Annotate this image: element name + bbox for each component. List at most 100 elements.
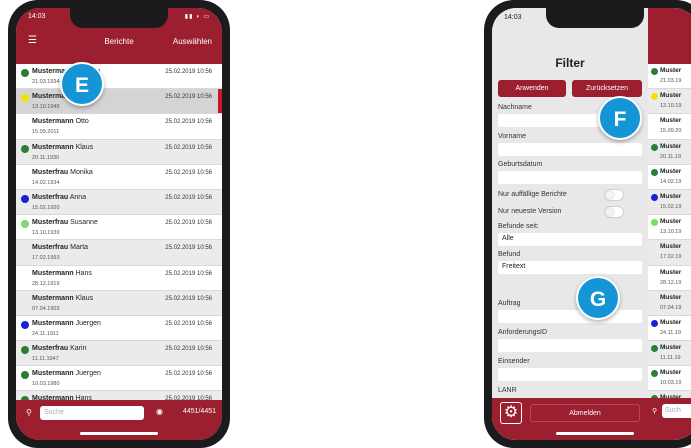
list-item[interactable]: Mustermann Klaus 20.11.1930 25.02.2019 10:… — [16, 139, 222, 165]
firstname-label: Vorname — [498, 133, 527, 140]
patient-name: Musterfrau Monika — [32, 169, 93, 176]
status-dot — [651, 370, 658, 378]
list-item[interactable]: Mustermann Otto 15.09.2011 25.02.2019 10:5… — [16, 114, 222, 140]
background-report-list: Muster 21.03.19 Muster 13.10.19 Muster 15.09.… — [648, 8, 691, 440]
patient-name: Muster — [660, 192, 682, 200]
birth-date: 20.11.1930 — [32, 154, 60, 161]
background-list-item: Muster 15.09.20 — [648, 114, 691, 140]
list-item[interactable]: Musterfrau Karin 11.11.1947 25.02.2019 10:… — [16, 341, 222, 367]
patient-firstname: Marta — [70, 244, 89, 252]
patient-firstname: Klaus — [75, 294, 94, 302]
birthdate-input[interactable] — [498, 171, 642, 184]
background-header — [648, 8, 691, 64]
background-list-item: Muster 13.10.19 — [648, 89, 691, 115]
home-indicator — [80, 432, 158, 435]
apply-button[interactable]: Anwenden — [498, 80, 566, 97]
background-list-item: Muster 07.04.19 — [648, 290, 691, 316]
patient-name: Mustermann Juergen — [32, 370, 101, 377]
patient-name: Musterfrau Anna — [32, 194, 86, 201]
list-item[interactable]: Musterfrau Marta 17.02.1993 25.02.2019 10:… — [16, 240, 222, 266]
latest-only-toggle[interactable] — [604, 206, 624, 218]
list-item[interactable]: Mustermann Juergen 10.03.1980 25.02.2019 1… — [16, 366, 222, 392]
list-item[interactable]: Mustermann Hans 25.02.2019 10:56 — [16, 391, 222, 400]
report-date: 25.02.2019 10:56 — [165, 194, 212, 201]
status-dot — [21, 94, 29, 103]
patient-name: Muster — [660, 117, 682, 125]
filter-screen: Muster 21.03.19 Muster 13.10.19 Muster 15.09.… — [492, 8, 691, 440]
reset-button[interactable]: Zurücksetzen — [572, 80, 642, 97]
report-date: 25.02.2019 10:56 — [165, 220, 212, 227]
patient-surname: Mustermann — [32, 319, 74, 327]
patient-name: Muster — [660, 142, 682, 150]
request-id-input[interactable] — [498, 339, 642, 352]
patient-surname: Mustermann — [32, 118, 74, 126]
status-dot — [21, 346, 29, 355]
report-date: 25.02.2019 10:56 — [165, 144, 212, 151]
list-item[interactable]: Mustermann Hans 28.12.1919 25.02.2019 10:5… — [16, 266, 222, 291]
abnormal-only-toggle[interactable] — [604, 189, 624, 201]
report-date: 25.02.2019 10:56 — [165, 320, 212, 327]
background-list-item: Muster 21.03.19 — [648, 64, 691, 90]
callout-g: G — [576, 276, 620, 320]
patient-surname: Musterfrau — [32, 219, 69, 227]
phone-notch — [546, 8, 644, 28]
birth-date: 15.02.19 — [660, 203, 682, 210]
list-item[interactable]: Musterfrau Anna 15.02.1920 25.02.2019 10:5… — [16, 189, 222, 216]
birth-date: 24.11.19 — [660, 329, 682, 336]
background-list-item: Muster 28.12.19 — [648, 266, 691, 291]
list-item[interactable]: Mustermann Wilhelm21.03.193425.02.2019 1… — [16, 64, 222, 90]
patient-name: Muster — [660, 293, 682, 301]
background-list-item: Muster 15.02.19 — [648, 189, 691, 216]
patient-name: Muster — [660, 67, 682, 74]
patient-name: Muster — [660, 92, 682, 100]
patient-name: Muster — [660, 318, 682, 326]
patient-name: Muster — [660, 369, 682, 377]
patient-name: Musterfrau Marta — [32, 244, 88, 251]
background-list-item: Muster 24.11.19 — [648, 316, 691, 342]
order-input[interactable] — [498, 310, 642, 323]
status-dot — [21, 220, 29, 229]
search-placeholder: Such — [665, 407, 681, 414]
patient-name: Mustermann Otto — [32, 118, 89, 125]
status-dot — [651, 219, 658, 227]
patient-firstname: Anna — [69, 193, 87, 201]
birth-date: 28.12.1919 — [32, 280, 60, 287]
findings-since-select[interactable]: Alle — [498, 233, 642, 246]
list-item[interactable]: Mustermann Juergen 24.11.1911 25.02.2019 1… — [16, 316, 222, 342]
list-item[interactable]: Musterfrau Monika 14.02.1934 25.02.2019 10… — [16, 165, 222, 190]
patient-firstname: Monika — [70, 168, 93, 176]
list-item[interactable]: Mustermann Klaus 07.04.1903 25.02.2019 10:… — [16, 290, 222, 316]
select-button[interactable]: Auswählen — [173, 37, 212, 46]
report-date: 25.02.2019 10:56 — [165, 295, 212, 302]
gear-icon[interactable]: ⚙ — [500, 402, 522, 424]
patient-surname: Mustermann — [32, 370, 74, 378]
finding-value: Freitext — [502, 263, 526, 270]
latest-only-label: Nur neueste Version — [498, 208, 562, 215]
order-label: Auftrag — [498, 300, 521, 307]
birth-date: 21.03.1934 — [32, 79, 60, 85]
firstname-input[interactable] — [498, 143, 642, 156]
status-dot — [651, 68, 658, 75]
phone-notch — [70, 8, 168, 28]
callout-f: F — [598, 96, 642, 140]
background-rows: Muster 21.03.19 Muster 13.10.19 Muster 15.09.… — [648, 64, 691, 417]
patient-firstname: Otto — [75, 118, 89, 126]
birth-date: 10.03.19 — [660, 380, 682, 387]
patient-name: Mustermann Hans — [32, 270, 92, 277]
status-dot — [651, 168, 658, 176]
status-dot — [21, 144, 29, 153]
logout-button[interactable]: Abmelden — [530, 404, 640, 422]
sender-input[interactable] — [498, 368, 642, 381]
birth-date: 17.02.1993 — [32, 255, 60, 262]
eye-icon[interactable]: ◉ — [156, 407, 163, 416]
findings-since-label: Befunde seit: — [498, 223, 539, 230]
finding-input[interactable]: Freitext — [498, 261, 642, 274]
search-input[interactable]: Suche — [40, 406, 144, 420]
report-list[interactable]: Mustermann Wilhelm21.03.193425.02.2019 1… — [16, 64, 222, 400]
list-item[interactable]: Musterfrau Susanne 13.10.1939 25.02.2019 1… — [16, 215, 222, 241]
report-date: 25.02.2019 10:56 — [165, 69, 212, 75]
birth-date: 15.02.1920 — [32, 204, 60, 211]
list-item[interactable]: Mustermann Erika13.10.194525.02.2019 10:… — [16, 89, 222, 115]
reports-screen: 14:03 ▮▮ ◗ ▭ ☰ Berichte Auswählen Muster… — [16, 8, 222, 440]
birth-date: 13.10.19 — [660, 103, 682, 110]
